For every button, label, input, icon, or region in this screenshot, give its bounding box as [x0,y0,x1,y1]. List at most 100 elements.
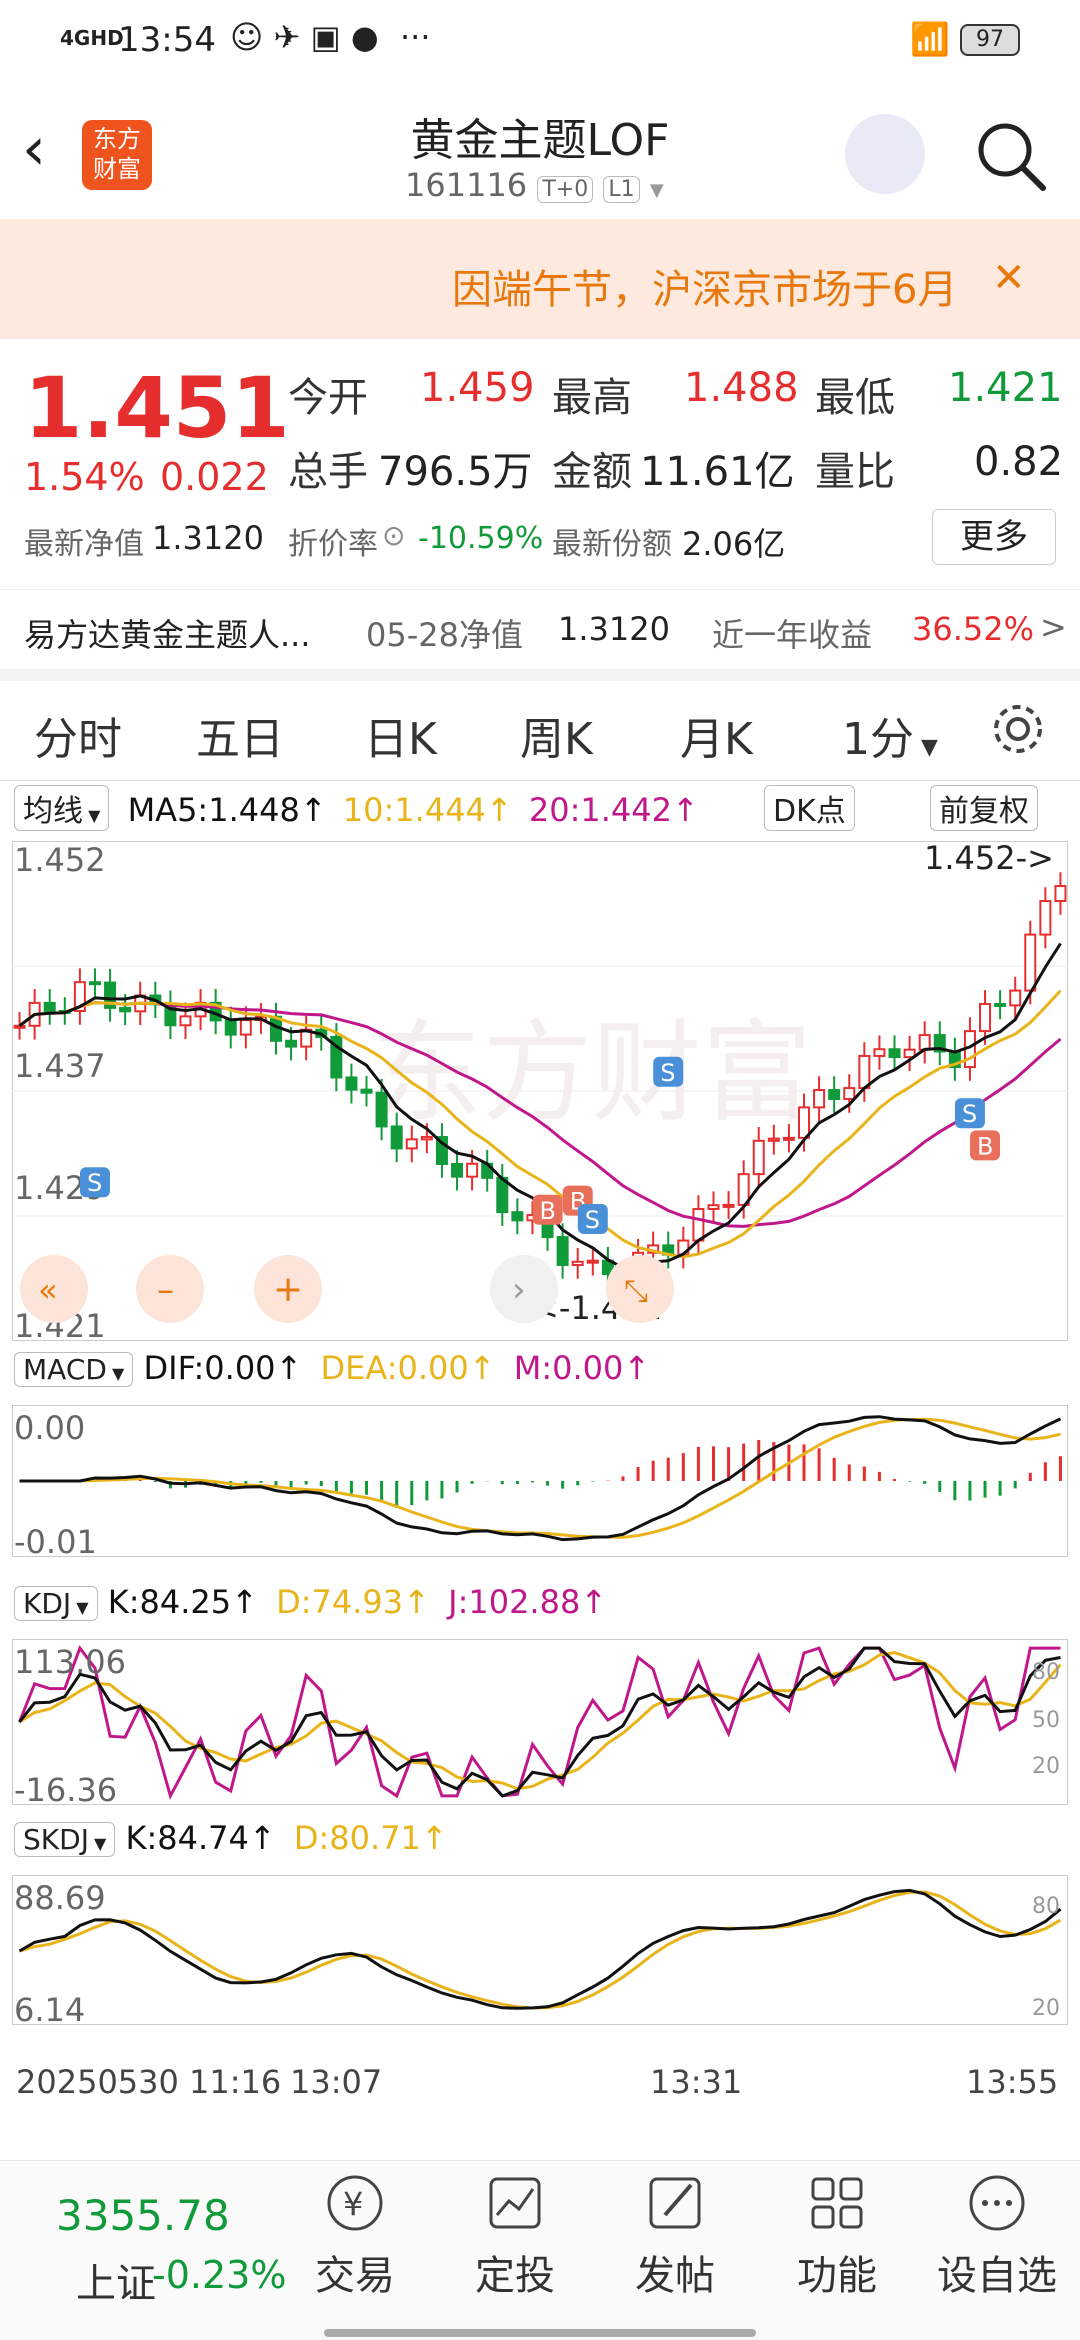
low-label: 最低 [815,375,895,421]
candle [722,1203,735,1208]
dropdown-icon[interactable]: ▼ [650,180,664,201]
candle [1054,885,1067,903]
tab-five-day[interactable]: 五日 [196,703,284,767]
time-label-1: 13:07 [290,2063,383,2101]
network-indicator: 4GHD [60,26,124,50]
sell-marker-label: S [585,1206,600,1234]
candle [767,1137,780,1142]
nav-bar: ‹ 东方财富 黄金主题LOF 161116 T+0 L1 ▼ [0,84,1080,219]
fund-code-row: 161116 T+0 L1 ▼ [405,166,664,204]
bottom-toolbar: 3355.78 上证 -0.23% ¥ 交易 定投 发帖 功能 设自选 [0,2160,1080,2340]
kdj-ref-20: 20 [1032,1754,1060,1779]
dropdown-icon: ▼ [88,1834,107,1853]
divider [0,669,1080,681]
high-label: 最高 [552,375,632,421]
invest-button[interactable]: 定投 [440,2171,590,2301]
gear-icon[interactable] [990,701,1046,757]
post-button[interactable]: 发帖 [600,2171,750,2301]
candle [119,1006,132,1013]
kdj-selector[interactable]: KDJ ▼ [14,1586,98,1621]
kdj-chart[interactable]: 113.06 -16.36 80 50 20 [12,1639,1068,1805]
macd-dif: DIF:0.00↑ [143,1349,303,1387]
fund-info-row[interactable]: 易方达黄金主题人... 05-28净值 1.3120 近一年收益 36.52% … [0,589,1080,669]
amount-value: 11.61亿 [640,449,795,495]
skdj-d: D:80.71↑ [293,1819,448,1857]
macd-dea: DEA:0.00↑ [320,1349,496,1387]
nav-date: 05-28净值 [366,616,523,654]
grid-icon [811,2177,863,2229]
current-price: 1.451 [24,359,290,457]
macd-chart[interactable]: 0.00 -0.01 [12,1405,1068,1557]
candle [375,1091,388,1128]
candle [420,1136,433,1141]
candle [43,1001,56,1012]
ma-legend-row: 均线 ▼ MA5:1.448↑ 10:1.444↑ 20:1.442↑ [14,785,699,831]
skdj-selector[interactable]: SKDJ ▼ [14,1822,116,1857]
candlestick-chart[interactable]: 东方财富 1.452 1.437 1.429 1.421 1.452-> <-1… [12,841,1068,1341]
high-marker: 1.452-> [924,841,1054,877]
open-value: 1.459 [420,365,535,411]
post-label: 发帖 [635,2253,715,2299]
search-icon[interactable] [975,120,1047,192]
tab-intraday[interactable]: 分时 [34,703,122,767]
period-tabs: 分时 五日 日K 周K 月K 1分 ▼ [0,681,1080,781]
candle [994,1002,1007,1007]
change-percent: 1.54% [24,455,145,499]
candle [828,1089,841,1101]
candle [707,1204,720,1210]
quote-panel: 1.451 1.54% 0.022 今开 1.459 最高 1.488 最低 1… [0,339,1080,589]
svg-text:¥: ¥ [343,2185,363,2223]
candle [345,1076,358,1091]
candle [390,1125,403,1150]
notice-banner[interactable]: 因端午节，沪深京市场于6月 ✕ [0,219,1080,339]
macd-selector-label: MACD [23,1353,107,1386]
low-value: 1.421 [948,365,1063,411]
functions-button[interactable]: 功能 [762,2171,912,2301]
edit-icon [649,2177,701,2229]
candle [813,1089,826,1109]
robot-avatar-icon[interactable] [845,114,925,194]
kdj-d: D:74.93↑ [276,1583,430,1621]
t0-badge: T+0 [537,176,594,203]
ma10-value: 10:1.444↑ [342,791,513,829]
tab-month-k[interactable]: 月K [680,703,753,767]
candle [873,1048,886,1057]
status-bar: 4GHD 13:54 ☺ ✈ ▣ ● ··· 📶 97 [0,0,1080,84]
close-icon[interactable]: ✕ [992,255,1026,301]
candle [843,1087,856,1101]
trade-button[interactable]: ¥ 交易 [280,2171,430,2301]
notice-text: 因端午节，沪深京市场于6月 [452,267,958,313]
tab-one-minute[interactable]: 1分 ▼ [842,703,938,767]
candle [556,1236,569,1266]
l1-badge: L1 [603,176,640,203]
battery-indicator: 97 [960,24,1020,56]
ma20-value: 20:1.442↑ [528,791,699,829]
macd-axis-top: 0.00 [14,1409,85,1447]
index-name[interactable]: 上证 [76,2251,156,2309]
skdj-chart[interactable]: 88.69 6.14 80 20 [12,1875,1068,2025]
candle [179,1015,192,1027]
chevron-right-icon: > [1040,608,1067,646]
adjust-button[interactable]: 前复权 [930,785,1038,831]
discount-value: -10.59% [418,521,544,556]
dk-point-button[interactable]: DK点 [764,785,855,831]
rewind-icon: « [38,1271,58,1309]
time-label-2: 13:31 [650,2063,743,2101]
back-icon[interactable]: ‹ [22,114,46,184]
tab-week-k[interactable]: 周K [520,703,593,767]
candle [918,1034,931,1051]
nav-label: 最新净值 [24,527,144,562]
discount-label: 折价率 [288,527,378,562]
tab-one-minute-label: 1分 [842,714,914,765]
macd-selector[interactable]: MACD ▼ [14,1352,134,1387]
skdj-legend: SKDJ ▼ K:84.74↑ D:80.71↑ [14,1819,448,1857]
add-watchlist-button[interactable]: 设自选 [922,2171,1072,2301]
tab-day-k[interactable]: 日K [364,703,437,767]
ma-selector[interactable]: 均线 ▼ [14,785,110,831]
info-icon[interactable]: ⊙ [382,519,405,552]
skdj-axis-top: 88.69 [14,1879,106,1917]
macd-axis-bottom: -0.01 [14,1523,97,1557]
more-button[interactable]: 更多 [932,509,1056,565]
buy-marker-label: B [540,1197,556,1225]
candle [13,1024,26,1029]
